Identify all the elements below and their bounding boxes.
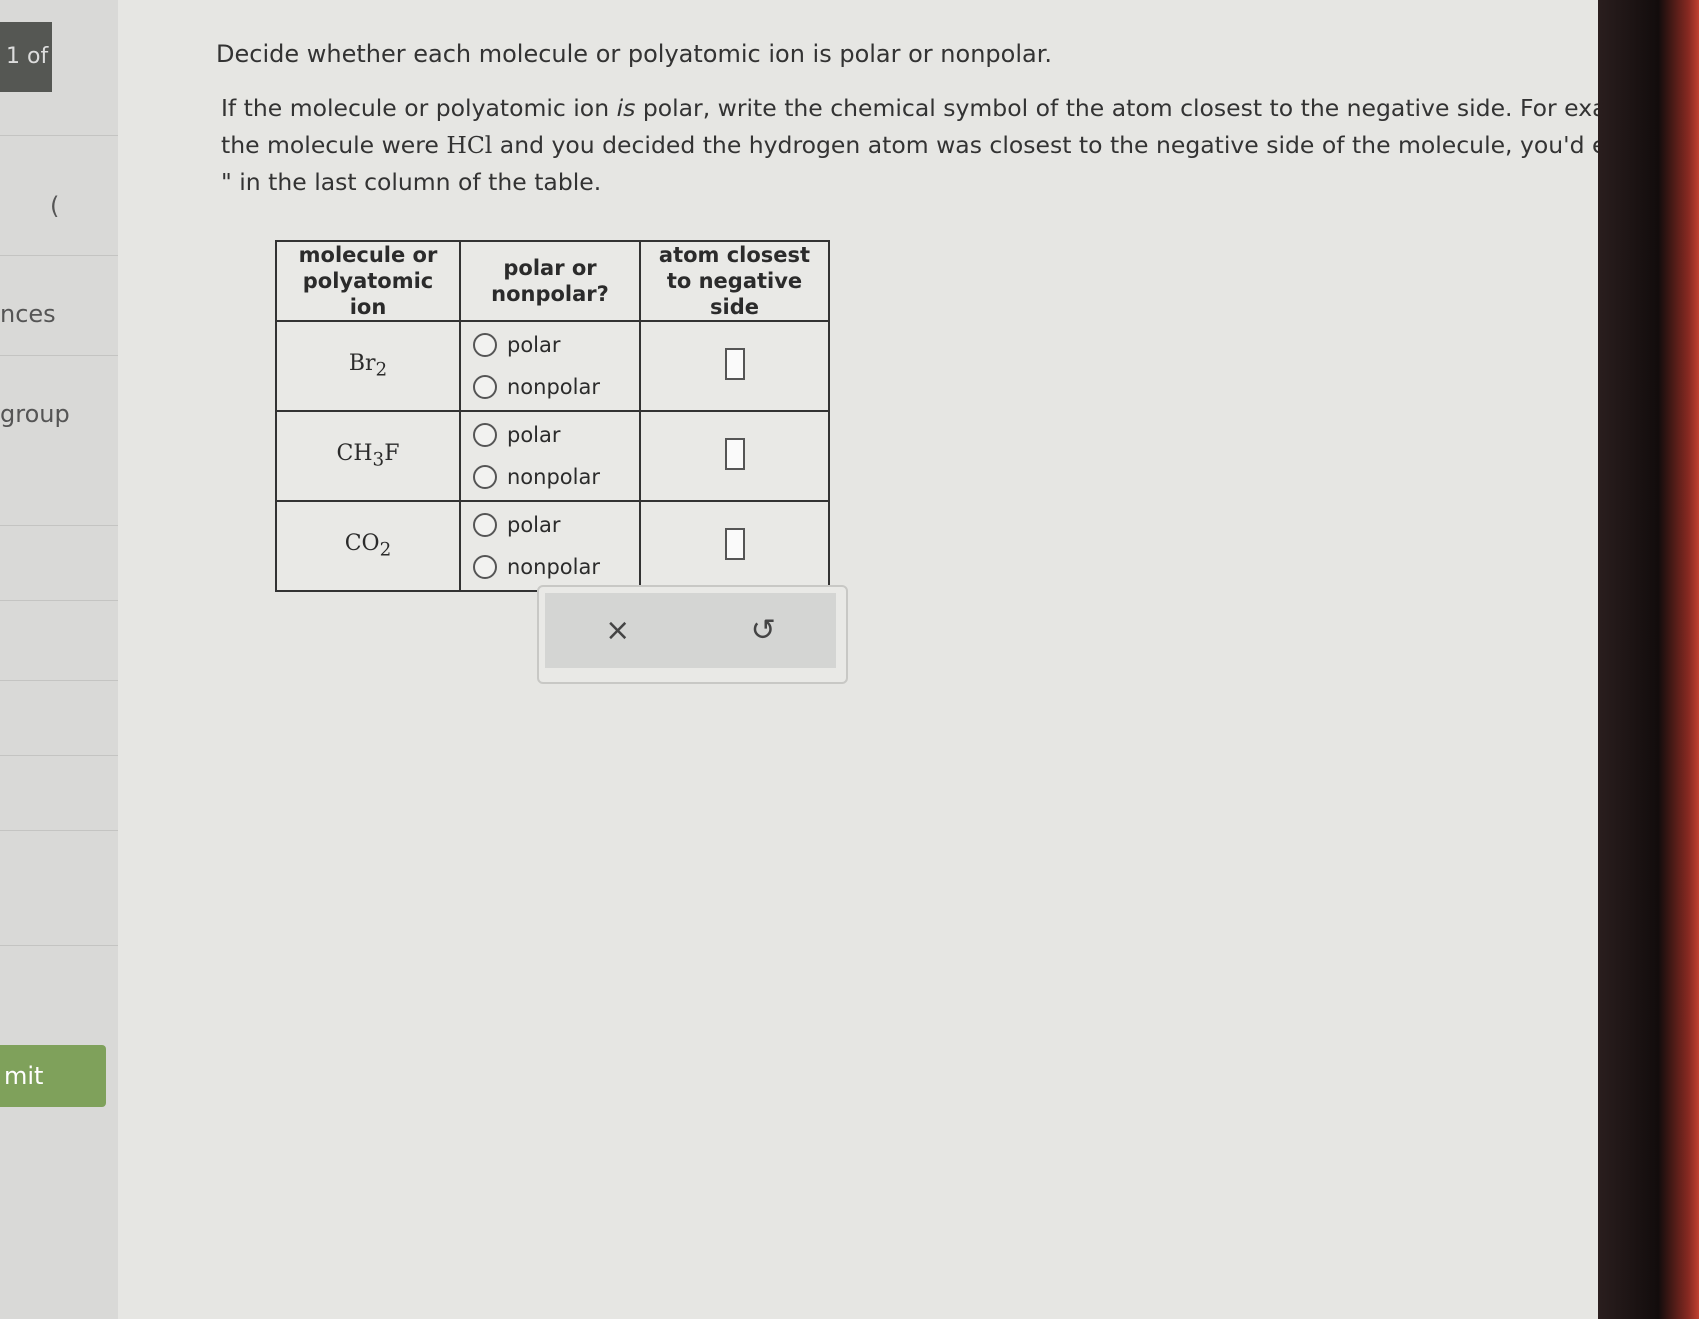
molecule-cell: CO2 bbox=[275, 500, 461, 592]
column-header: atom closest to negative side bbox=[639, 240, 830, 322]
radio-button[interactable] bbox=[473, 333, 497, 357]
divider bbox=[0, 600, 125, 601]
atom-input[interactable] bbox=[724, 348, 745, 380]
radio-polar[interactable]: polar bbox=[473, 414, 638, 456]
radio-label: polar bbox=[507, 423, 561, 447]
answer-cell bbox=[639, 500, 830, 592]
divider bbox=[0, 755, 125, 756]
question-title: Decide whether each molecule or polyatom… bbox=[216, 40, 1052, 68]
divider bbox=[0, 525, 125, 526]
divider bbox=[0, 945, 125, 946]
formula: Br bbox=[348, 351, 376, 377]
question-instructions: If the molecule or polyatomic ion is pol… bbox=[221, 90, 1699, 201]
text: and you decided the hydrogen atom was cl… bbox=[492, 131, 1673, 159]
answer-actions: × ↺ bbox=[537, 585, 848, 684]
submit-button[interactable]: mit bbox=[0, 1045, 106, 1107]
column-header: molecule or polyatomic ion bbox=[275, 240, 461, 322]
radio-label: polar bbox=[507, 513, 561, 537]
formula-hcl: HCl bbox=[446, 131, 493, 159]
radio-polar[interactable]: polar bbox=[473, 324, 638, 366]
answer-cell bbox=[639, 410, 830, 502]
sidebar-paren: ( bbox=[50, 192, 60, 220]
sidebar-item-references[interactable]: nces bbox=[0, 300, 56, 328]
radio-polar[interactable]: polar bbox=[473, 504, 638, 546]
polarity-options: polar nonpolar bbox=[459, 410, 641, 502]
divider bbox=[0, 830, 125, 831]
question-counter[interactable]: 1 of bbox=[0, 22, 52, 92]
molecule-cell: CH3F bbox=[275, 410, 461, 502]
radio-label: nonpolar bbox=[507, 375, 600, 399]
radio-button[interactable] bbox=[473, 513, 497, 537]
subscript: 2 bbox=[379, 539, 392, 561]
radio-label: nonpolar bbox=[507, 465, 600, 489]
answer-cell bbox=[639, 320, 830, 412]
sidebar-item-group[interactable]: group bbox=[0, 400, 70, 428]
radio-button[interactable] bbox=[473, 375, 497, 399]
divider bbox=[0, 255, 125, 256]
radio-nonpolar[interactable]: nonpolar bbox=[473, 456, 638, 498]
formula: CH bbox=[336, 441, 373, 467]
radio-button[interactable] bbox=[473, 465, 497, 489]
text-emphasis: is bbox=[616, 94, 636, 122]
radio-nonpolar[interactable]: nonpolar bbox=[473, 366, 638, 408]
formula: F bbox=[384, 441, 400, 467]
polarity-options: polar nonpolar bbox=[459, 320, 641, 412]
text: If the molecule or polyatomic ion bbox=[221, 94, 617, 122]
sidebar: 1 of ( nces group mit bbox=[0, 0, 125, 1319]
screen-bezel bbox=[1598, 0, 1699, 1319]
text: " in the last column of the table. bbox=[221, 168, 602, 196]
column-header: polar or nonpolar? bbox=[459, 240, 641, 322]
subscript: 3 bbox=[372, 449, 385, 471]
clear-button[interactable]: × bbox=[605, 613, 630, 648]
radio-button[interactable] bbox=[473, 555, 497, 579]
subscript: 2 bbox=[375, 359, 388, 381]
radio-button[interactable] bbox=[473, 423, 497, 447]
undo-button[interactable]: ↺ bbox=[751, 613, 776, 648]
polarity-options: polar nonpolar bbox=[459, 500, 641, 592]
table-row: Br2 polar nonpolar bbox=[275, 320, 830, 412]
divider bbox=[0, 355, 125, 356]
molecule-cell: Br2 bbox=[275, 320, 461, 412]
radio-label: nonpolar bbox=[507, 555, 600, 579]
question-panel: Decide whether each molecule or polyatom… bbox=[118, 0, 1695, 1319]
divider bbox=[0, 680, 125, 681]
atom-input[interactable] bbox=[724, 528, 745, 560]
radio-nonpolar[interactable]: nonpolar bbox=[473, 546, 638, 588]
table-row: CH3F polar nonpolar bbox=[275, 410, 830, 502]
divider bbox=[0, 135, 125, 136]
atom-input[interactable] bbox=[724, 438, 745, 470]
polarity-table: molecule or polyatomic ion polar or nonp… bbox=[275, 240, 830, 592]
radio-label: polar bbox=[507, 333, 561, 357]
table-header-row: molecule or polyatomic ion polar or nonp… bbox=[275, 240, 830, 322]
formula: CO bbox=[344, 531, 380, 557]
table-row: CO2 polar nonpolar bbox=[275, 500, 830, 592]
